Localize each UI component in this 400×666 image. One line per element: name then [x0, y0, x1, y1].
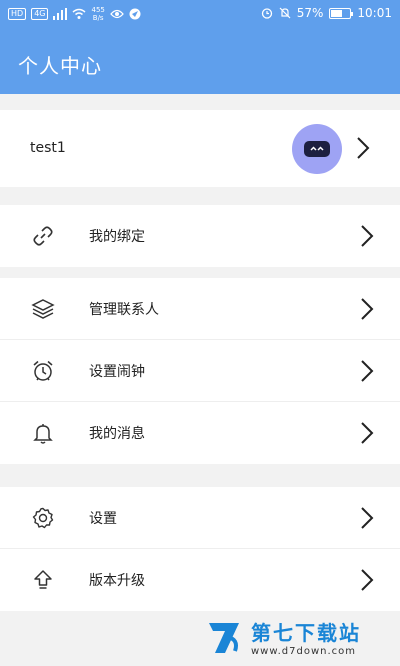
hd-badge: HD: [8, 8, 27, 20]
menu-item-contacts[interactable]: 管理联系人: [0, 278, 400, 340]
settings-card: 设置 版本升级: [0, 487, 400, 611]
watermark-title: 第七下载站: [251, 621, 361, 645]
profile-card[interactable]: test1: [0, 110, 400, 187]
battery-percent: 57%: [296, 6, 324, 20]
link-icon: [31, 224, 55, 248]
chevron-right-icon: [360, 568, 374, 592]
network-badge: 4G: [31, 8, 49, 20]
status-bar: HD 4G 455 B/s 57% 10:01: [0, 0, 400, 30]
features-card: 管理联系人 设置闹钟 我的消息: [0, 278, 400, 464]
eye-icon: [110, 9, 124, 19]
menu-item-upgrade[interactable]: 版本升级: [0, 549, 400, 611]
menu-label-alarm: 设置闹钟: [89, 363, 145, 380]
clock: 10:01: [357, 6, 392, 20]
watermark-logo-icon: [205, 617, 245, 657]
chevron-right-icon: [360, 297, 374, 321]
wifi-icon: [73, 8, 86, 19]
menu-item-settings[interactable]: 设置: [0, 487, 400, 549]
menu-label-settings: 设置: [89, 510, 117, 527]
layers-icon: [31, 297, 55, 321]
chevron-right-icon: [360, 421, 374, 445]
location-icon: [129, 8, 141, 20]
menu-item-alarm[interactable]: 设置闹钟: [0, 340, 400, 402]
mute-icon: [279, 7, 291, 19]
watermark: 第七下载站 www.d7down.com: [205, 612, 395, 662]
menu-label-messages: 我的消息: [89, 426, 145, 442]
menu-label-upgrade: 版本升级: [89, 573, 145, 589]
menu-label-binding: 我的绑定: [89, 229, 145, 245]
avatar-face-icon: [304, 141, 330, 157]
signal-icon: [53, 8, 68, 20]
alarm-status-icon: [261, 8, 272, 19]
network-speed: 455 B/s: [91, 6, 105, 22]
menu-label-contacts: 管理联系人: [89, 301, 159, 318]
chevron-right-icon: [360, 224, 374, 248]
menu-item-binding[interactable]: 我的绑定: [0, 205, 400, 267]
gear-icon: [31, 506, 55, 530]
chevron-right-icon: [360, 359, 374, 383]
upgrade-arrow-icon: [31, 568, 55, 592]
battery-icon: [329, 7, 354, 19]
avatar[interactable]: [292, 124, 342, 174]
app-header: HD 4G 455 B/s 57% 10:01 个人中心: [0, 0, 400, 94]
chevron-right-icon: [360, 506, 374, 530]
binding-card: 我的绑定: [0, 205, 400, 267]
alarm-clock-icon: [31, 359, 55, 383]
username: test1: [30, 140, 66, 156]
page-title: 个人中心: [18, 54, 102, 78]
watermark-url: www.d7down.com: [251, 646, 357, 657]
chevron-right-icon: [356, 136, 370, 160]
menu-item-messages[interactable]: 我的消息: [0, 402, 400, 464]
bell-icon: [31, 421, 55, 445]
